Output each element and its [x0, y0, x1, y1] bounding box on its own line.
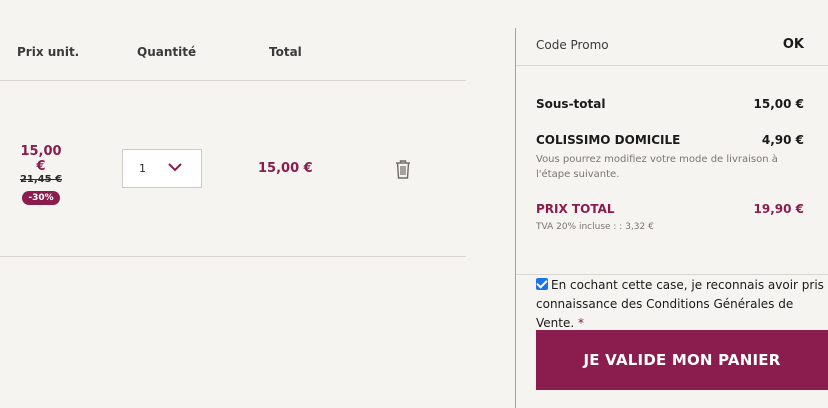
cart-item-row: 15,00 € 21,45 € -30% 1 15,00 €: [0, 82, 466, 257]
column-quantity: Quantité: [137, 45, 197, 59]
line-total: 15,00 €: [258, 161, 313, 176]
current-price: 15,00 €: [20, 144, 62, 174]
vat-note: TVA 20% incluse : : 3,32 €: [536, 222, 654, 232]
order-summary: Code Promo OK Sous-total 15,00 € COLISSI…: [516, 28, 828, 408]
required-mark: *: [578, 316, 584, 330]
shipping-note: Vous pourrez modifiez votre mode de livr…: [536, 154, 778, 180]
validate-cart-button[interactable]: JE VALIDE MON PANIER: [536, 330, 828, 390]
promo-code-label: Code Promo: [536, 38, 609, 52]
unit-price-cell: 15,00 € 21,45 € -30%: [15, 144, 67, 205]
column-unit-price: Prix unit.: [17, 45, 80, 59]
trash-icon[interactable]: [393, 158, 413, 180]
chevron-down-icon: [168, 163, 182, 172]
terms-consent: En cochant cette case, je reconnais avoi…: [536, 276, 828, 333]
discount-badge: -30%: [22, 191, 60, 205]
totals-box: Sous-total 15,00 € COLISSIMO DOMICILE 4,…: [516, 67, 828, 275]
subtotal-value: 15,00 €: [753, 97, 804, 111]
total-value: 19,90 €: [753, 202, 804, 216]
quantity-value: 1: [139, 162, 146, 175]
total-label: PRIX TOTAL: [536, 202, 615, 216]
column-total: Total: [269, 45, 302, 59]
terms-checkbox[interactable]: [536, 278, 548, 290]
original-price: 21,45 €: [19, 174, 63, 185]
quantity-select[interactable]: 1: [122, 149, 202, 188]
subtotal-label: Sous-total: [536, 97, 606, 111]
promo-ok-button[interactable]: OK: [783, 37, 804, 52]
cart-table-header: Prix unit. Quantité Total: [0, 0, 466, 81]
shipping-value: 4,90 €: [761, 133, 804, 147]
promo-code-row: Code Promo OK: [516, 28, 828, 66]
shipping-label: COLISSIMO DOMICILE: [536, 133, 681, 147]
